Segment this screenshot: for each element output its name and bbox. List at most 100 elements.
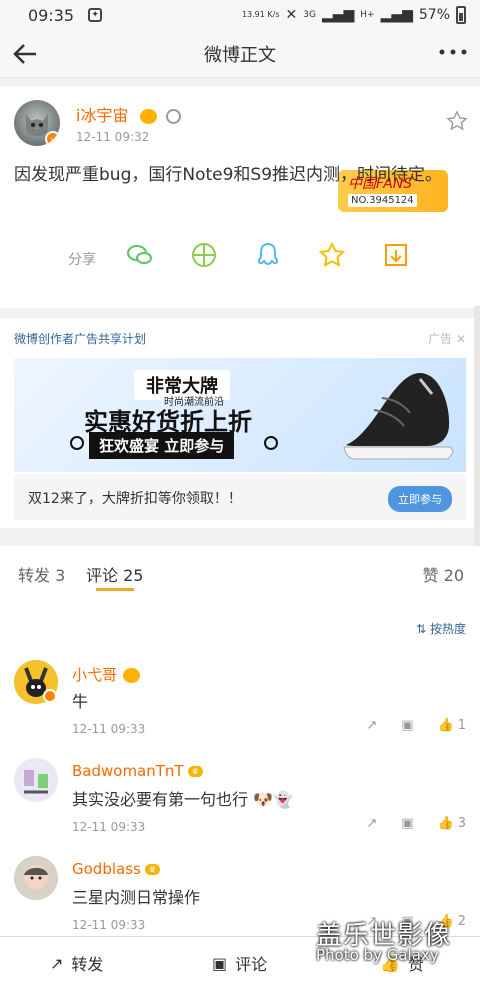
thumbs-up-icon: 👍 (437, 816, 454, 831)
comment-text: 三星内测日常操作 (72, 888, 201, 907)
favorite-star-icon[interactable] (446, 110, 468, 132)
more-options-icon[interactable] (438, 48, 468, 56)
comment-time: 12-11 09:33 (72, 918, 146, 932)
comment-time: 12-11 09:33 (72, 820, 146, 834)
post-timestamp: 12-11 09:32 (76, 130, 150, 144)
comment-item[interactable]: Godblass ♛ 三星内测日常操作 12-11 09:33 ↗ ▣ 👍 2 (0, 848, 480, 946)
battery-percent: 57% (418, 7, 450, 23)
ad-footer: 双12来了，大牌折扣等你领取！！ 立即参与 (14, 474, 466, 520)
emoji-face-icon: 🐶 (253, 790, 274, 809)
qq-icon[interactable] (254, 241, 282, 269)
status-right-group: 13.91 K/s ✕ 3G ▂▄▆ H+ ▂▄▆ 57% (242, 6, 466, 24)
ad-card[interactable]: 微博创作者广告共享计划 广告 ✕ 非常大牌 时尚潮流前沿 实惠好货折上折 狂欢盛… (0, 318, 480, 528)
comment-time: 12-11 09:33 (72, 722, 146, 736)
comment-icon: ▣ (212, 953, 228, 973)
commenter-name-text: BadwomanTnT (72, 762, 184, 780)
comment-actions: ↗ ▣ 👍 1 (366, 718, 466, 733)
sort-row: ⇅ 按热度 (0, 614, 480, 642)
like-count: 2 (457, 914, 466, 929)
comment-text-content: 其实没必要有第一句也行 (72, 790, 249, 809)
thumbs-up-icon: 👍 (437, 718, 454, 733)
side-scrollbar[interactable] (474, 306, 480, 546)
notification-icon: ✦ (88, 8, 103, 22)
share-comment-icon[interactable]: ↗ (366, 816, 377, 831)
commenter-avatar[interactable] (14, 660, 58, 704)
sort-label: 按热度 (429, 622, 466, 636)
tab-repost[interactable]: 转发 3 (18, 562, 65, 586)
vip-crown-icon (139, 109, 157, 124)
repost-label: 转发 (71, 955, 104, 974)
comment-text: 其实没必要有第一句也行 🐶👻 (72, 786, 293, 810)
member-badge-icon: ♛ (144, 864, 161, 875)
author-name-text: i冰宇宙 (76, 106, 129, 125)
like-button[interactable]: 👍 赞 (380, 951, 424, 975)
back-arrow-icon[interactable] (10, 40, 42, 68)
commenter-avatar[interactable] (14, 856, 58, 900)
save-image-icon[interactable] (382, 241, 410, 269)
like-comment-button[interactable]: 👍 2 (438, 914, 466, 929)
share-icons (126, 241, 410, 269)
status-time: 09:35 (28, 5, 75, 25)
like-count: 1 (457, 718, 466, 733)
post-card: v i冰宇宙 12-11 09:32 中国FANS NO.3945124 因发现… (0, 86, 480, 308)
repost-button[interactable]: ↗ 转发 (50, 951, 103, 975)
share-label: 分享 (68, 252, 96, 268)
like-label: 赞 (407, 955, 424, 974)
like-comment-button[interactable]: 👍 3 (438, 816, 466, 831)
share-comment-icon[interactable]: ↗ (366, 914, 377, 929)
comment-label: 评论 (235, 955, 268, 974)
commenter-name-text: Godblass (72, 860, 141, 878)
comment-text: 牛 (72, 692, 89, 711)
commenter-name[interactable]: 小弋哥 (72, 664, 141, 685)
banner-line-4: 狂欢盛宴 立即参与 (89, 432, 235, 459)
commenter-avatar[interactable] (14, 758, 58, 802)
sneaker-image (343, 372, 454, 460)
comments-card: 转发 3 评论 25 赞 20 ⇅ 按热度 小弋哥 牛 12-11 09:33 … (0, 546, 480, 936)
sort-hotness-button[interactable]: ⇅ 按热度 (416, 620, 466, 637)
commenter-name[interactable]: BadwomanTnT ♛ (72, 762, 203, 780)
comment-item[interactable]: 小弋哥 牛 12-11 09:33 ↗ ▣ 👍 1 (0, 652, 480, 750)
vip-crown-icon (123, 668, 141, 683)
favorite-star-share-icon[interactable] (318, 241, 346, 269)
tab-comment[interactable]: 评论 25 (86, 562, 143, 586)
ad-banner[interactable]: 非常大牌 时尚潮流前沿 实惠好货折上折 狂欢盛宴 立即参与 (14, 358, 466, 472)
comment-actions: ↗ ▣ 👍 2 (366, 914, 466, 929)
repost-icon: ↗ (50, 953, 64, 973)
tab-like[interactable]: 赞 20 (423, 562, 464, 586)
thumbs-up-icon: 👍 (437, 914, 454, 929)
reply-comment-icon[interactable]: ▣ (401, 816, 413, 831)
signal-icon: ▂▄▆ (321, 7, 355, 23)
comment-actions: ↗ ▣ 👍 3 (366, 816, 466, 831)
comment-button[interactable]: ▣ 评论 (212, 951, 267, 975)
member-badge-icon: ♛ (187, 766, 203, 777)
cartoon-avatar-icon (14, 758, 58, 802)
like-comment-button[interactable]: 👍 1 (438, 718, 466, 733)
author-name[interactable]: i冰宇宙 (76, 102, 181, 126)
share-comment-icon[interactable]: ↗ (366, 718, 377, 733)
network-h-label: H+ (360, 10, 375, 20)
network-speed: 13.91 K/s (241, 10, 280, 19)
network-3g-label: 3G (303, 10, 316, 20)
commenter-name[interactable]: Godblass ♛ (72, 860, 161, 878)
verified-badge-icon: v (45, 131, 60, 146)
comment-item[interactable]: BadwomanTnT ♛ 其实没必要有第一句也行 🐶👻 12-11 09:33 … (0, 750, 480, 848)
ad-program-label[interactable]: 微博创作者广告共享计划 (14, 330, 146, 347)
fans-badge-number: NO.3945124 (348, 194, 417, 207)
commenter-name-text: 小弋哥 (72, 666, 118, 684)
moments-icon[interactable] (190, 241, 218, 269)
emoji-ghost-icon: 👻 (273, 790, 293, 809)
active-tab-indicator (96, 588, 134, 591)
ad-join-button[interactable]: 立即参与 (388, 486, 452, 512)
reply-comment-icon[interactable]: ▣ (401, 914, 413, 929)
author-avatar[interactable]: v (14, 100, 60, 146)
sort-icon: ⇅ (416, 622, 427, 636)
status-bar: 09:35 ✦ 13.91 K/s ✕ 3G ▂▄▆ H+ ▂▄▆ 57% (0, 0, 480, 30)
wechat-icon[interactable] (126, 241, 154, 269)
like-icon: 👍 (380, 953, 400, 973)
reply-comment-icon[interactable]: ▣ (401, 718, 413, 733)
top-navigation: 微博正文 (0, 30, 480, 78)
post-text: 因发现严重bug，国行Note9和S9推迟内测，时间待定。 (14, 165, 443, 185)
mute-icon: ✕ (285, 7, 298, 23)
ad-tag[interactable]: 广告 ✕ (428, 330, 466, 347)
interaction-tabs: 转发 3 评论 25 赞 20 (0, 546, 480, 594)
